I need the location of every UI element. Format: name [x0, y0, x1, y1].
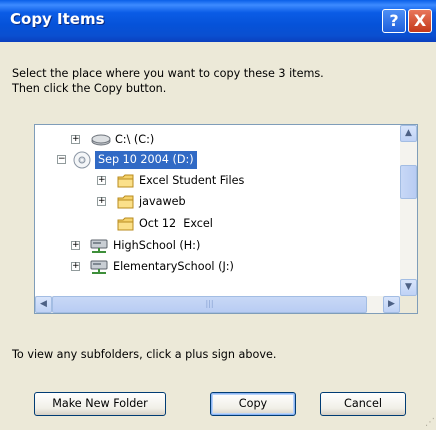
folder-icon — [117, 195, 134, 209]
vertical-scroll-thumb[interactable] — [400, 165, 417, 199]
expand-toggle[interactable]: + — [71, 241, 80, 250]
horizontal-scrollbar[interactable]: ◀ ||| ▶ — [35, 296, 400, 313]
expand-toggle[interactable]: + — [71, 135, 80, 144]
tree-item-label: Oct 12 Excel — [139, 217, 213, 230]
resize-grip-icon[interactable]: ⋰ — [425, 417, 435, 428]
folder-tree[interactable]: + C:\ (C:) − Sep 10 2004 (D:) + Excel St… — [34, 124, 418, 314]
tree-item-c-drive[interactable]: + C:\ (C:) — [35, 129, 400, 151]
vertical-scrollbar[interactable]: ▲ ▼ — [400, 125, 417, 296]
subfolder-hint: To view any subfolders, click a plus sig… — [12, 348, 277, 361]
instructions: Select the place where you want to copy … — [12, 66, 422, 96]
copy-items-dialog: Copy Items ? X Select the place where yo… — [0, 0, 436, 430]
folder-icon — [117, 217, 134, 231]
scroll-left-button[interactable]: ◀ — [35, 296, 52, 313]
folder-icon — [117, 174, 134, 188]
scrollbar-corner — [400, 296, 417, 313]
tree-item-d-drive[interactable]: − Sep 10 2004 (D:) — [35, 149, 400, 171]
tree-item-highschool-drive[interactable]: + HighSchool (H:) — [35, 235, 400, 257]
expand-toggle[interactable]: + — [97, 176, 106, 185]
expand-toggle[interactable]: + — [71, 262, 80, 271]
network-drive-icon — [90, 260, 108, 274]
scroll-right-button[interactable]: ▶ — [383, 296, 400, 313]
instruction-line-2: Then click the Copy button. — [12, 82, 167, 95]
tree-item-label: C:\ (C:) — [115, 133, 155, 146]
hard-drive-icon — [91, 134, 111, 146]
cancel-button[interactable]: Cancel — [320, 392, 406, 416]
expand-toggle[interactable]: + — [97, 197, 106, 206]
help-button[interactable]: ? — [382, 9, 406, 33]
collapse-toggle[interactable]: − — [57, 155, 66, 164]
title-bar[interactable]: Copy Items ? X — [0, 0, 436, 42]
scroll-up-button[interactable]: ▲ — [400, 125, 417, 142]
instruction-line-1: Select the place where you want to copy … — [12, 67, 324, 80]
make-new-folder-button[interactable]: Make New Folder — [34, 392, 166, 416]
cd-drive-icon — [73, 151, 91, 169]
window-title: Copy Items — [10, 10, 105, 28]
horizontal-scroll-thumb[interactable]: ||| — [52, 296, 367, 313]
tree-item-elementaryschool-drive[interactable]: + ElementarySchool (J:) — [35, 256, 400, 278]
scroll-down-button[interactable]: ▼ — [400, 279, 417, 296]
close-button[interactable]: X — [408, 9, 432, 33]
tree-item-javaweb[interactable]: + javaweb — [35, 191, 400, 213]
copy-button[interactable]: Copy — [210, 392, 296, 416]
tree-item-label: HighSchool (H:) — [113, 239, 201, 252]
tree-item-label: javaweb — [139, 195, 186, 208]
tree-item-oct-12-excel[interactable]: Oct 12 Excel — [35, 213, 400, 235]
tree-item-label: Excel Student Files — [139, 174, 245, 187]
network-drive-icon — [90, 239, 108, 253]
tree-item-label: Sep 10 2004 (D:) — [95, 151, 197, 169]
tree-item-excel-student-files[interactable]: + Excel Student Files — [35, 170, 400, 192]
tree-item-label: ElementarySchool (J:) — [113, 260, 234, 273]
